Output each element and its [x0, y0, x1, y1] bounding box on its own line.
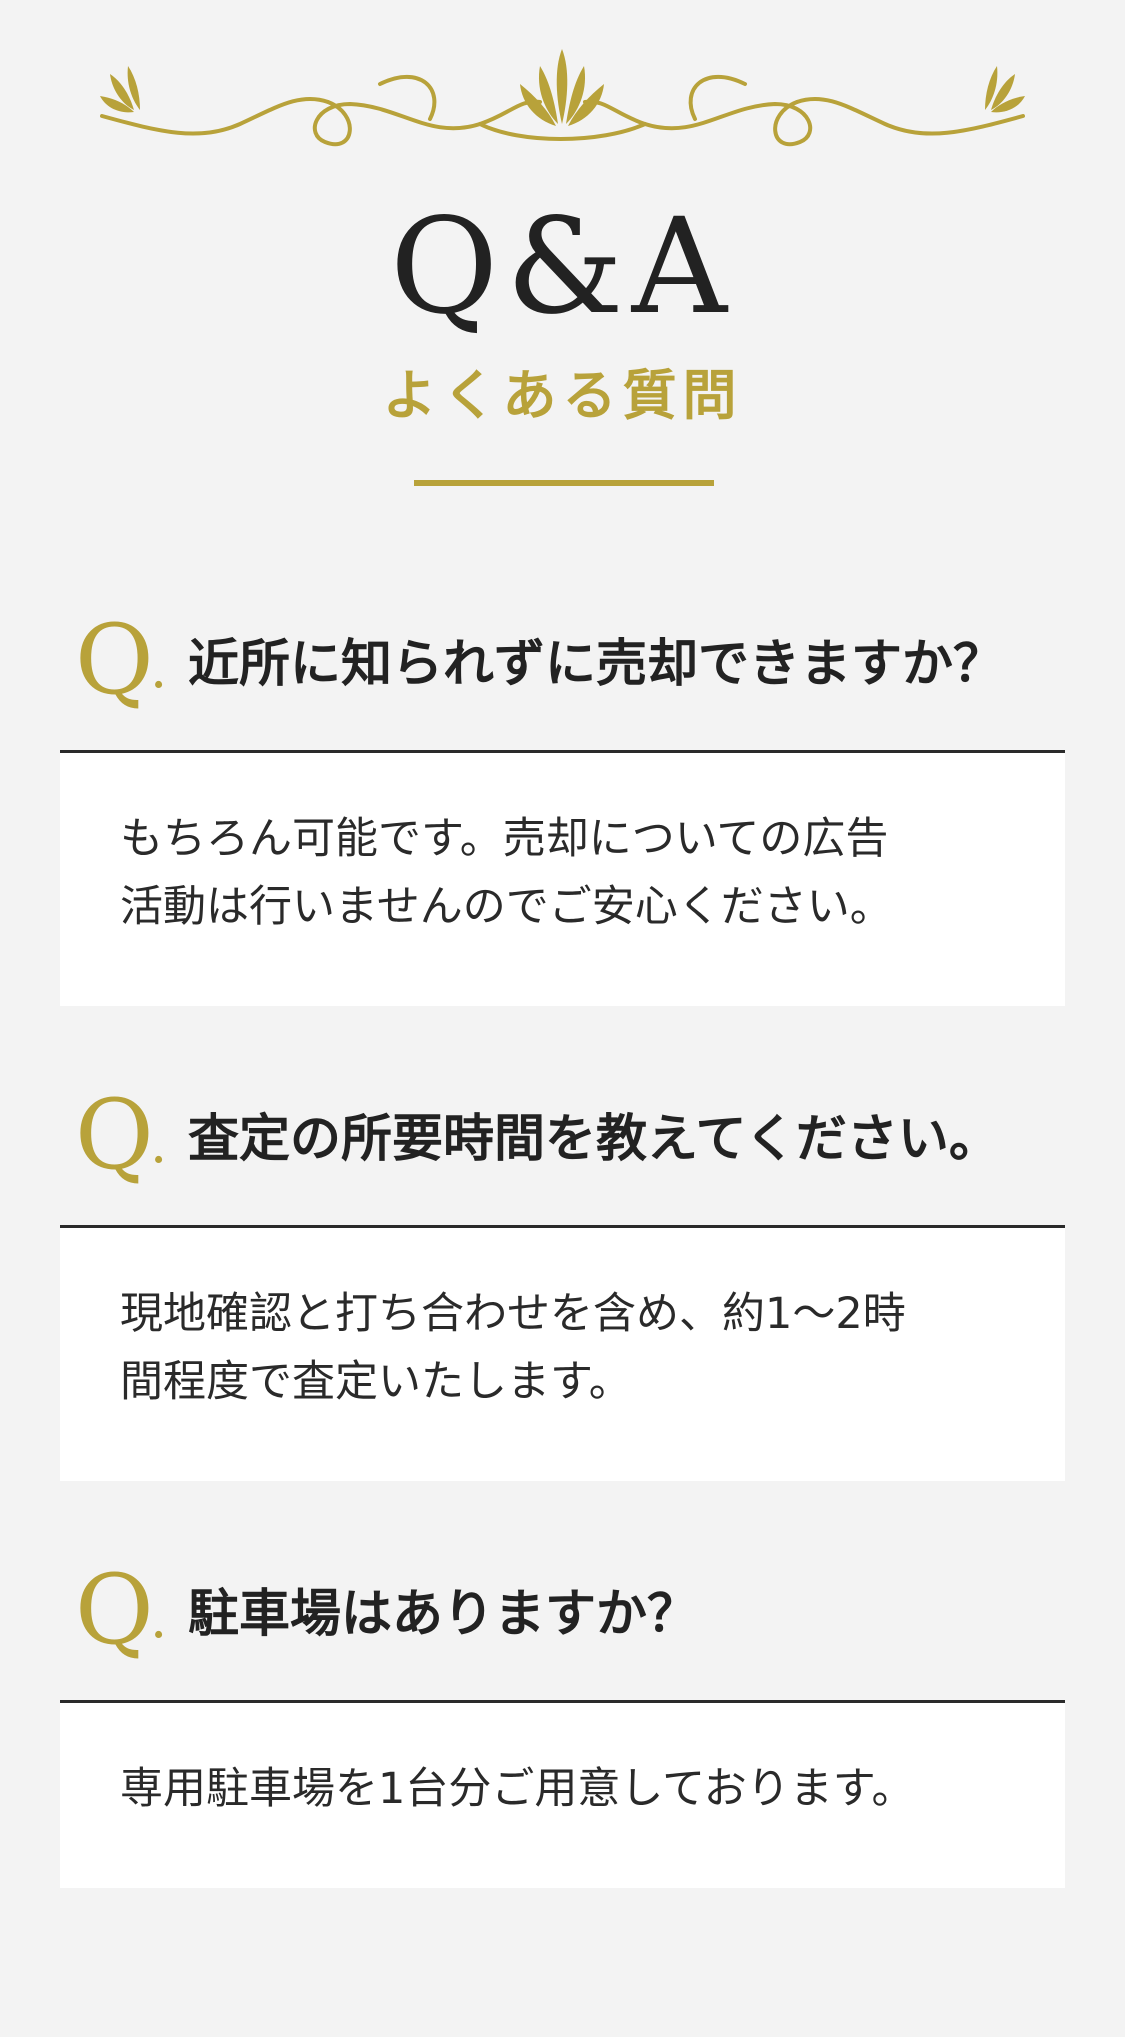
- question-row: Q . 駐車場はありますか？: [60, 1554, 1065, 1690]
- faq-item: Q . 駐車場はありますか？ 専用駐車場を1台分ご用意しております。: [60, 1554, 1065, 1888]
- answer-card: 現地確認と打ち合わせを含め、約1～2時 間程度で査定いたします。: [60, 1228, 1065, 1481]
- answer-text: もちろん可能です。売却についての広告 活動は行いませんのでご安心ください。: [120, 814, 893, 932]
- faq-item: Q . 近所に知られずに売却できますか？ もちろん可能です。売却についての広告 …: [60, 604, 1065, 1006]
- page-subtitle: よくある質問: [382, 363, 743, 427]
- q-dot: .: [150, 1112, 168, 1175]
- answer-text: 現地確認と打ち合わせを含め、約1～2時 間程度で査定いたします。: [120, 1289, 906, 1407]
- answer-text: 専用駐車場を1台分ご用意しております。: [120, 1764, 915, 1814]
- q-mark: Q: [75, 1079, 154, 1191]
- question-row: Q . 査定の所要時間を教えてください。: [60, 1079, 1065, 1215]
- q-mark: Q: [75, 604, 154, 716]
- answer-card: もちろん可能です。売却についての広告 活動は行いませんのでご安心ください。: [60, 753, 1065, 1006]
- page-title: Q&A: [389, 190, 736, 344]
- q-dot: .: [150, 1587, 168, 1650]
- flourish-ornament-icon: [100, 49, 1025, 147]
- answer-card: 専用駐車場を1台分ご用意しております。: [60, 1703, 1065, 1888]
- question-text: 駐車場はありますか？: [188, 1584, 699, 1644]
- q-mark: Q: [75, 1554, 154, 1666]
- question-row: Q . 近所に知られずに売却できますか？: [60, 604, 1065, 740]
- q-dot: .: [150, 637, 168, 700]
- question-text: 査定の所要時間を教えてください。: [188, 1109, 1000, 1169]
- title-underline: [414, 480, 714, 486]
- faq-item: Q . 査定の所要時間を教えてください。 現地確認と打ち合わせを含め、約1～2時…: [60, 1079, 1065, 1481]
- question-text: 近所に知られずに売却できますか？: [188, 634, 1005, 694]
